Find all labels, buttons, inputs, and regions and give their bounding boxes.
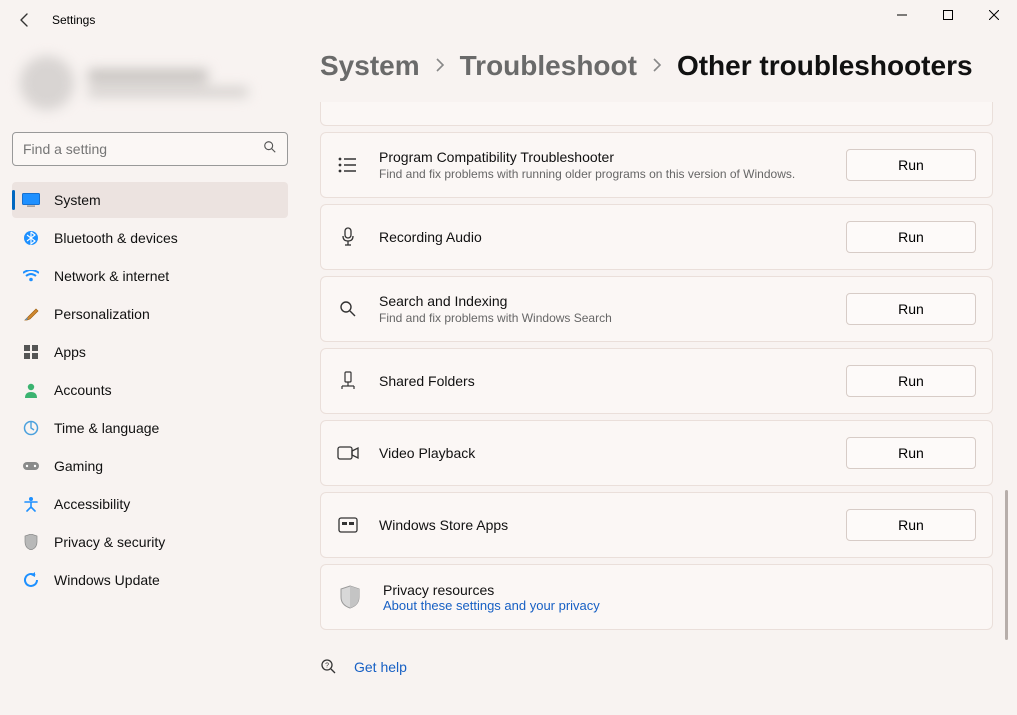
sidebar-item-label: Personalization (54, 306, 150, 322)
video-icon (337, 442, 359, 464)
sidebar-item-label: Network & internet (54, 268, 169, 284)
troubleshooter-list: Program Compatibility Troubleshooter Fin… (320, 102, 993, 630)
troubleshooter-title: Windows Store Apps (379, 517, 826, 533)
troubleshooter-title: Shared Folders (379, 373, 826, 389)
maximize-button[interactable] (925, 0, 971, 30)
back-button[interactable] (16, 10, 36, 30)
globe-clock-icon (22, 419, 40, 437)
troubleshooter-row: Video Playback Run (320, 420, 993, 486)
apps-icon (22, 343, 40, 361)
search-input[interactable] (23, 141, 263, 157)
shield-icon (22, 533, 40, 551)
sidebar-item-windows-update[interactable]: Windows Update (12, 562, 288, 598)
sidebar-item-label: Privacy & security (54, 534, 165, 550)
troubleshooter-row: Search and Indexing Find and fix problem… (320, 276, 993, 342)
sidebar-item-network[interactable]: Network & internet (12, 258, 288, 294)
nav-list: System Bluetooth & devices Network & int… (12, 182, 288, 598)
main-content: System Troubleshoot Other troubleshooter… (300, 40, 1017, 715)
microphone-icon (337, 226, 359, 248)
window-controls (879, 0, 1017, 30)
run-button[interactable]: Run (846, 437, 976, 469)
breadcrumb-troubleshoot[interactable]: Troubleshoot (460, 50, 637, 82)
sidebar-item-gaming[interactable]: Gaming (12, 448, 288, 484)
troubleshooter-desc: Find and fix problems with running older… (379, 167, 826, 181)
sidebar-item-label: Apps (54, 344, 86, 360)
chevron-right-icon (651, 56, 663, 77)
run-button[interactable]: Run (846, 365, 976, 397)
privacy-link[interactable]: About these settings and your privacy (383, 598, 976, 613)
get-help-row: ? Get help (320, 658, 993, 676)
sidebar-item-accounts[interactable]: Accounts (12, 372, 288, 408)
gamepad-icon (22, 457, 40, 475)
search-box[interactable] (12, 132, 288, 166)
sidebar-item-privacy[interactable]: Privacy & security (12, 524, 288, 560)
sidebar-item-label: Time & language (54, 420, 159, 436)
sidebar-item-apps[interactable]: Apps (12, 334, 288, 370)
run-button[interactable]: Run (846, 509, 976, 541)
breadcrumb-system[interactable]: System (320, 50, 420, 82)
page-title: Other troubleshooters (677, 50, 973, 82)
wifi-icon (22, 267, 40, 285)
troubleshooter-row: Shared Folders Run (320, 348, 993, 414)
sidebar-item-label: Gaming (54, 458, 103, 474)
sidebar-item-label: System (54, 192, 101, 208)
help-icon: ? (320, 658, 338, 676)
troubleshooter-row-partial (320, 102, 993, 126)
avatar (20, 56, 74, 110)
breadcrumb: System Troubleshoot Other troubleshooter… (320, 50, 993, 82)
sidebar-item-bluetooth[interactable]: Bluetooth & devices (12, 220, 288, 256)
troubleshooter-row: Windows Store Apps Run (320, 492, 993, 558)
svg-text:?: ? (325, 663, 329, 670)
troubleshooter-row: Recording Audio Run (320, 204, 993, 270)
sidebar-item-label: Windows Update (54, 572, 160, 588)
search-icon (263, 140, 277, 159)
user-account-card[interactable] (12, 48, 288, 128)
sidebar-item-label: Bluetooth & devices (54, 230, 178, 246)
list-icon (337, 154, 359, 176)
scrollbar-thumb[interactable] (1005, 490, 1008, 640)
sidebar-item-time-language[interactable]: Time & language (12, 410, 288, 446)
privacy-resources-card: Privacy resources About these settings a… (320, 564, 993, 630)
shared-folder-icon (337, 370, 359, 392)
sidebar: System Bluetooth & devices Network & int… (0, 40, 300, 715)
accessibility-icon (22, 495, 40, 513)
search-icon (337, 298, 359, 320)
store-icon (337, 514, 359, 536)
display-icon (22, 191, 40, 209)
close-button[interactable] (971, 0, 1017, 30)
window-title: Settings (52, 13, 95, 27)
get-help-link[interactable]: Get help (354, 659, 407, 675)
sidebar-item-system[interactable]: System (12, 182, 288, 218)
run-button[interactable]: Run (846, 221, 976, 253)
troubleshooter-title: Search and Indexing (379, 293, 826, 309)
paintbrush-icon (22, 305, 40, 323)
person-icon (22, 381, 40, 399)
privacy-title: Privacy resources (383, 582, 976, 598)
run-button[interactable]: Run (846, 293, 976, 325)
titlebar: Settings (0, 0, 1017, 40)
minimize-button[interactable] (879, 0, 925, 30)
run-button[interactable]: Run (846, 149, 976, 181)
troubleshooter-desc: Find and fix problems with Windows Searc… (379, 311, 826, 325)
sidebar-item-accessibility[interactable]: Accessibility (12, 486, 288, 522)
bluetooth-icon (22, 229, 40, 247)
chevron-right-icon (434, 56, 446, 77)
troubleshooter-row: Program Compatibility Troubleshooter Fin… (320, 132, 993, 198)
sidebar-item-label: Accounts (54, 382, 112, 398)
sidebar-item-label: Accessibility (54, 496, 130, 512)
sidebar-item-personalization[interactable]: Personalization (12, 296, 288, 332)
troubleshooter-title: Program Compatibility Troubleshooter (379, 149, 826, 165)
troubleshooter-title: Video Playback (379, 445, 826, 461)
shield-icon (337, 584, 363, 610)
update-icon (22, 571, 40, 589)
troubleshooter-title: Recording Audio (379, 229, 826, 245)
